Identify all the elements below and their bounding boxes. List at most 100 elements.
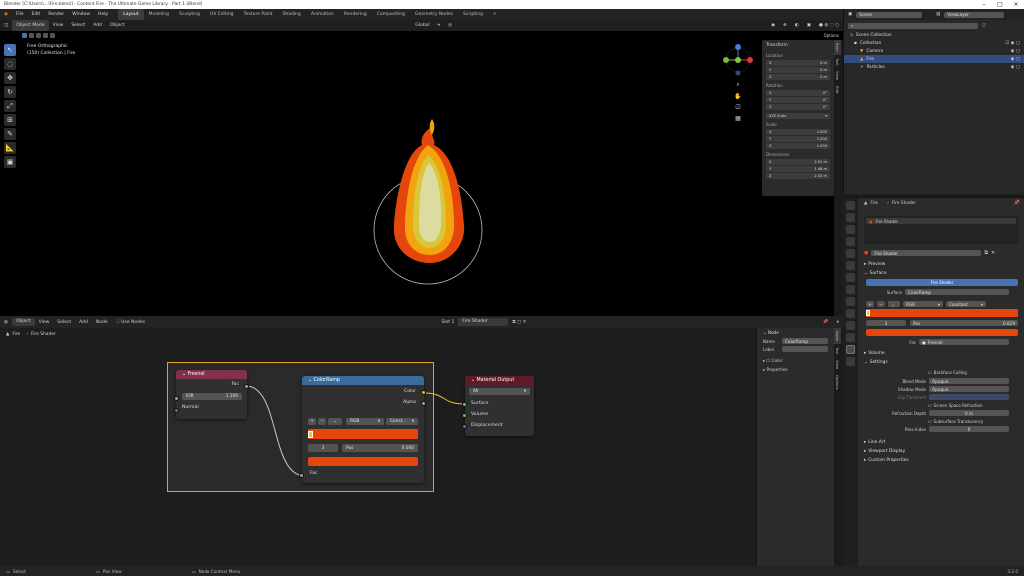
pass-index-field[interactable]: 0 <box>929 426 1009 432</box>
close-icon[interactable]: × <box>1008 0 1024 9</box>
fresnel-node-header[interactable]: ⌄ Fresnel <box>176 370 247 379</box>
constraints-props-icon[interactable] <box>846 321 855 330</box>
ramp-stop-index-field[interactable]: 3 <box>308 444 338 452</box>
ramp-pos-field[interactable]: Pos 0.000 <box>342 444 418 452</box>
props-ramp-pos-field[interactable]: Pos 0.829 <box>910 320 1018 326</box>
output-target-dropdown[interactable]: All ▾ <box>469 388 530 395</box>
dimension-x-field[interactable]: X 2.91 m <box>766 159 830 165</box>
scale-y-field[interactable]: Y 1.000 <box>766 136 830 142</box>
outliner-item-camera[interactable]: ▼ Camera ◉ ▢ <box>844 47 1024 55</box>
texture-props-icon[interactable] <box>846 357 855 366</box>
shadow-mode-dropdown[interactable]: Opaque <box>929 386 1009 392</box>
pin-icon[interactable]: 📌 <box>819 317 833 328</box>
sidebar-tab-view[interactable]: View <box>834 68 841 83</box>
subsurface-translucency-checkbox[interactable]: ☐ Subsurface Translucency <box>928 419 1024 424</box>
material-unlink-icon[interactable]: ✕ <box>991 250 995 256</box>
visibility-icon[interactable]: ◉ <box>767 20 779 31</box>
ramp-alpha-socket[interactable] <box>421 401 426 406</box>
xray-icon[interactable]: ▣ <box>803 20 815 31</box>
rotation-x-field[interactable]: X 0° <box>766 90 830 96</box>
view-layer-props-icon[interactable] <box>846 237 855 246</box>
particles-props-icon[interactable] <box>846 297 855 306</box>
material-slot-list[interactable]: ● Fire Shader <box>864 216 1018 244</box>
line-art-panel-header[interactable]: ▸ Line Art <box>844 438 1024 447</box>
sidebar-tab-edit[interactable]: Edit <box>834 83 841 96</box>
output-surface-socket[interactable] <box>462 402 467 407</box>
viewlayer-selector[interactable]: ViewLayer <box>944 11 1005 18</box>
material-slot-item[interactable]: ● Fire Shader <box>866 218 1016 224</box>
output-node-header[interactable]: ⌄ Material Output <box>465 376 534 385</box>
props-fac-input[interactable]: ● Fresnel <box>919 339 1009 345</box>
ramp-interpolation-dropdown[interactable]: Const... ▾ <box>386 418 418 425</box>
overlay-icon[interactable]: ◐ <box>791 20 803 31</box>
gizmo-icon[interactable]: ⊕ <box>779 20 791 31</box>
ramp-fac-socket[interactable] <box>299 473 304 478</box>
rotation-z-field[interactable]: Z 0° <box>766 104 830 110</box>
minimize-icon[interactable]: – <box>976 0 992 9</box>
maximize-icon[interactable]: □ <box>992 0 1008 9</box>
render-props-icon[interactable] <box>846 213 855 222</box>
output-props-icon[interactable] <box>846 225 855 234</box>
props-ramp-add-button[interactable]: + <box>866 301 874 307</box>
screen-space-refraction-checkbox[interactable]: ☐ Screen Space Refraction <box>928 403 1024 408</box>
visibility-toggle-icon[interactable]: ◉ ▢ <box>1011 65 1020 70</box>
rotation-mode-dropdown[interactable]: XYZ Euler ▾ <box>766 113 830 119</box>
node-tab-tool[interactable]: Tool <box>834 344 841 357</box>
location-z-field[interactable]: Z0 m <box>766 74 830 80</box>
physics-props-icon[interactable] <box>846 309 855 318</box>
scale-z-field[interactable]: Z 1.000 <box>766 143 830 149</box>
surface-input-field[interactable]: ColorRamp <box>905 289 1009 295</box>
material-name-field[interactable]: Fire Shader <box>871 250 982 256</box>
node-color-toggle[interactable]: ▸ ☐ Color <box>757 356 843 365</box>
settings-panel-header[interactable]: ⌄ Settings <box>844 358 1024 367</box>
props-ramp-interp-dropdown[interactable]: Constant ▾ <box>946 301 986 307</box>
filter-icon[interactable]: ▽ <box>982 23 986 29</box>
object-props-icon[interactable] <box>846 273 855 282</box>
node-tab-node[interactable]: Node <box>834 328 841 344</box>
data-props-icon[interactable] <box>846 333 855 342</box>
viewport-display-panel-header[interactable]: ▸ Viewport Display <box>844 447 1024 456</box>
backface-culling-checkbox[interactable]: ☐ Backface Culling <box>928 370 1024 375</box>
ramp-color-socket[interactable] <box>421 390 426 395</box>
node-tab-view[interactable]: View <box>834 357 841 372</box>
blend-mode-dropdown[interactable]: Opaque <box>929 378 1009 384</box>
sidebar-tab-tool[interactable]: Tool <box>834 55 841 68</box>
volume-panel-header[interactable]: ▸ Volume <box>844 349 1024 358</box>
ramp-stop-color-swatch[interactable] <box>308 457 418 466</box>
props-pin-icon[interactable]: 📌 <box>1014 200 1020 206</box>
material-copy-icon[interactable]: ⧉ <box>984 250 988 256</box>
node-tab-options[interactable]: Options <box>834 372 841 393</box>
visibility-toggle-icon[interactable]: ◉ ▢ <box>1011 49 1020 54</box>
node-properties-header[interactable]: ▸ Properties <box>757 365 843 374</box>
location-x-field[interactable]: X0 m <box>766 60 830 66</box>
clip-threshold-field[interactable] <box>929 394 1009 400</box>
world-props-icon[interactable] <box>846 261 855 270</box>
props-ramp-index-field[interactable]: 3 <box>866 320 906 326</box>
options-dropdown[interactable]: Options <box>820 31 843 40</box>
props-ramp-mode-dropdown[interactable]: RGB ▾ <box>903 301 943 307</box>
rotation-y-field[interactable]: Y 0° <box>766 97 830 103</box>
ramp-remove-stop-button[interactable]: − <box>318 418 326 425</box>
shading-icons[interactable]: ● ◍ ◌ ○ <box>815 20 843 31</box>
fresnel-fac-socket[interactable] <box>244 384 249 389</box>
props-ramp-remove-button[interactable]: − <box>877 301 885 307</box>
scale-x-field[interactable]: X 1.000 <box>766 129 830 135</box>
node-panel-header[interactable]: ⌄ Node <box>757 328 843 337</box>
material-props-icon[interactable] <box>846 345 855 354</box>
preview-panel-header[interactable]: ▸ Preview <box>844 260 1024 269</box>
surface-shader-button[interactable]: Fire Shader <box>866 279 1018 286</box>
ramp-add-stop-button[interactable]: + <box>308 418 316 425</box>
scene-props-icon[interactable] <box>846 249 855 258</box>
dimension-y-field[interactable]: Y 1.48 m <box>766 166 830 172</box>
output-volume-socket[interactable] <box>462 413 467 418</box>
sidebar-tab-item[interactable]: Item <box>834 40 841 55</box>
ramp-color-mode-dropdown[interactable]: RGB ▾ <box>346 418 384 425</box>
surface-panel-header[interactable]: ⌄ Surface <box>844 269 1024 278</box>
ramp-stop-handle[interactable] <box>308 431 313 438</box>
fresnel-ior-field[interactable]: IOR 1.100 <box>182 393 242 400</box>
fresnel-ior-socket[interactable] <box>174 396 179 401</box>
outliner-item-fire[interactable]: ▲ Fire ◉ ▢ <box>844 55 1024 63</box>
node-label-field[interactable] <box>782 346 828 352</box>
props-ramp-color-swatch[interactable] <box>866 329 1018 336</box>
colorramp-node[interactable]: ⌄ ColorRamp Color Alpha + − ⌄ RGB ▾ Const… <box>302 376 424 483</box>
